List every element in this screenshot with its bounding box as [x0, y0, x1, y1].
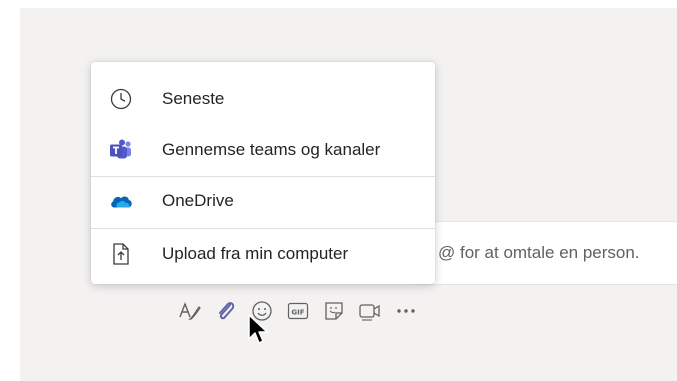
menu-item-onedrive[interactable]: OneDrive	[91, 176, 435, 226]
gif-button[interactable]: GIF	[280, 294, 316, 328]
onedrive-cloud-icon	[109, 189, 133, 213]
menu-item-recent[interactable]: Seneste	[91, 74, 435, 124]
teams-icon	[109, 138, 133, 162]
format-icon	[179, 302, 201, 320]
upload-file-icon	[109, 242, 133, 266]
menu-item-label: Upload fra min computer	[162, 244, 349, 263]
gif-label: GIF	[291, 309, 304, 317]
clock-icon	[109, 87, 133, 111]
attach-icon	[219, 302, 235, 320]
compose-placeholder: @ for at omtale en person.	[438, 243, 640, 262]
format-button[interactable]	[172, 294, 208, 328]
meet-now-button[interactable]	[352, 294, 388, 328]
menu-item-upload-computer[interactable]: Upload fra min computer	[91, 229, 435, 279]
menu-item-browse-teams[interactable]: Gennemse teams og kanaler	[91, 125, 435, 175]
attach-menu: Seneste Gennemse teams og kanaler OneDri…	[91, 62, 435, 284]
menu-item-label: Gennemse teams og kanaler	[162, 140, 381, 159]
more-options-button[interactable]	[388, 294, 424, 328]
more-options-icon	[397, 309, 415, 313]
menu-item-label: Seneste	[162, 89, 225, 108]
gif-icon: GIF	[287, 302, 309, 320]
compose-toolbar: GIF	[172, 294, 424, 328]
attach-button[interactable]	[208, 294, 244, 328]
sticker-button[interactable]	[316, 294, 352, 328]
menu-item-label: OneDrive	[162, 191, 234, 210]
sticker-icon	[325, 302, 343, 320]
mouse-cursor-icon	[248, 314, 268, 344]
meet-now-icon	[359, 304, 380, 321]
